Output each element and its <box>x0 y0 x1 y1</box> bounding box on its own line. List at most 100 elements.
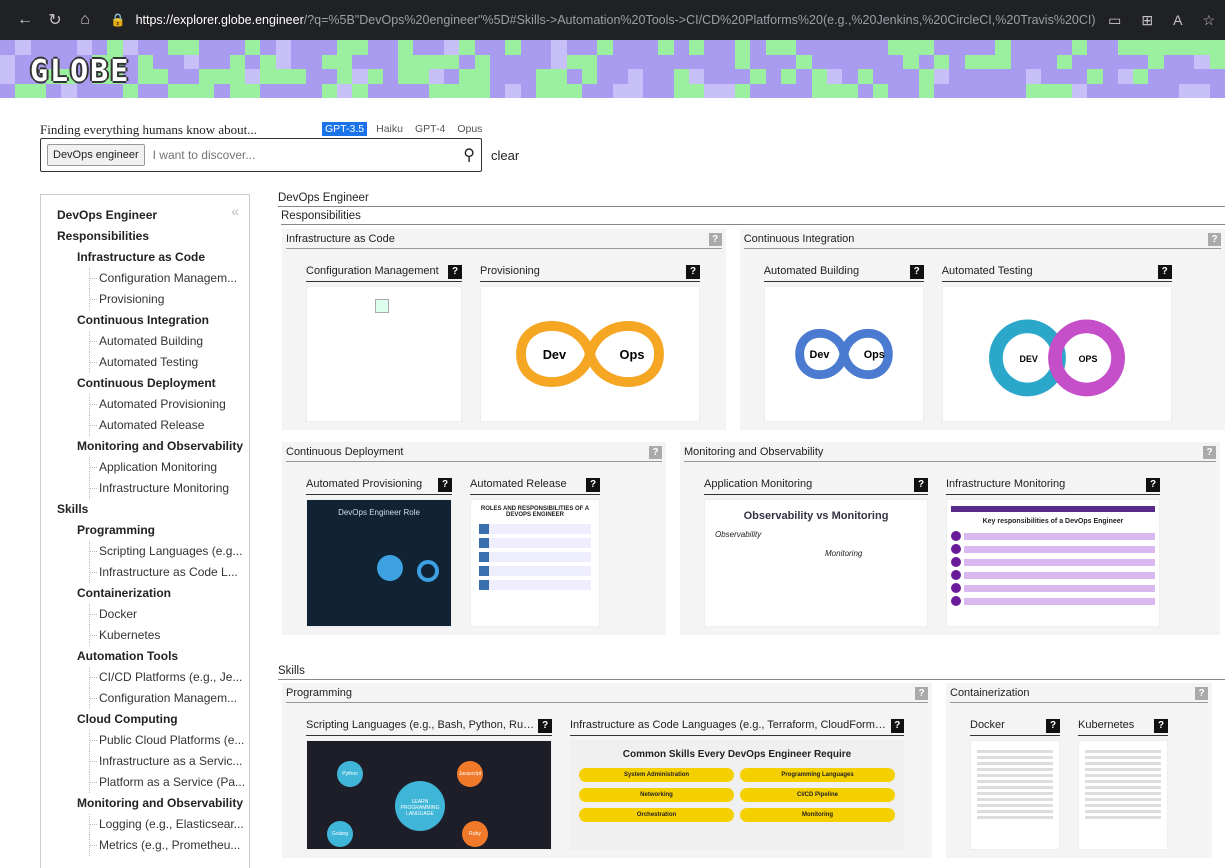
topic-card[interactable]: Automated Provisioning? DevOps Engineer R… <box>306 478 452 627</box>
apps-icon[interactable]: ⊞ <box>1141 12 1153 29</box>
card-image[interactable]: ROLES AND RESPONSIBILITIES OF A DEVOPS E… <box>470 499 600 627</box>
tree-item[interactable]: Configuration Managem... <box>57 688 249 709</box>
tree-item[interactable]: DevOps Engineer <box>57 205 249 226</box>
reload-icon[interactable]: ↻ <box>40 10 70 30</box>
tree-item[interactable]: CI/CD Platforms (e.g., Je... <box>57 667 249 688</box>
tree-item[interactable]: Scripting Languages (e.g... <box>57 541 249 562</box>
topic-card[interactable]: Configuration Management? <box>306 265 462 422</box>
card-image[interactable] <box>306 286 462 422</box>
tree-item[interactable]: Automated Testing <box>57 352 249 373</box>
tree-item[interactable]: Configuration Managem... <box>57 268 249 289</box>
panel-header: Continuous Deployment? <box>286 446 662 462</box>
topic-card[interactable]: Docker? <box>970 719 1060 850</box>
topic-card[interactable]: Application Monitoring? Observability vs … <box>704 478 928 627</box>
banner-cell <box>765 54 781 69</box>
tree-item[interactable]: Continuous Deployment <box>57 373 249 394</box>
topic-card[interactable]: Automated Building? Dev Ops <box>763 265 924 422</box>
help-icon[interactable]: ? <box>890 719 904 733</box>
tree-item[interactable]: Programming <box>57 520 249 541</box>
help-icon[interactable]: ? <box>708 233 722 246</box>
card-image[interactable]: Common Skills Every DevOps Engineer Requ… <box>570 740 904 850</box>
search-icon[interactable]: ⚲ <box>463 145 475 165</box>
help-icon[interactable]: ? <box>686 265 700 279</box>
tree-item[interactable]: Provisioning <box>57 289 249 310</box>
tree-item[interactable]: Automated Provisioning <box>57 394 249 415</box>
tree-item[interactable]: Infrastructure Monitoring <box>57 478 249 499</box>
tree-item[interactable]: Infrastructure as a Servic... <box>57 751 249 772</box>
tree-item[interactable]: Monitoring and Observability <box>57 436 249 457</box>
card-image[interactable] <box>1078 740 1168 850</box>
tree-item[interactable]: Infrastructure as Code <box>57 247 249 268</box>
tree-item[interactable]: Kubernetes <box>57 625 249 646</box>
topic-card[interactable]: Automated Release? ROLES AND RESPONSIBILI… <box>470 478 600 627</box>
address-bar[interactable]: 🔒 https://explorer.globe.engineer /?q=%5… <box>110 13 1096 28</box>
card-image[interactable]: DEV OPS <box>941 286 1172 422</box>
tree-item[interactable]: Automation Tools <box>57 646 249 667</box>
model-gpt4[interactable]: GPT-4 <box>412 122 448 136</box>
logo[interactable]: GLOBE <box>30 54 130 89</box>
card-header: Provisioning? <box>480 265 700 282</box>
card-image[interactable]: Dev Ops <box>480 286 700 422</box>
model-haiku[interactable]: Haiku <box>373 122 406 136</box>
card-image[interactable]: DevOps Engineer Role <box>306 499 452 627</box>
collapse-sidebar-icon[interactable]: « <box>231 203 239 219</box>
search-box: DevOps engineer ⚲ <box>40 138 482 172</box>
query-chip[interactable]: DevOps engineer <box>47 144 145 166</box>
banner-cell <box>1102 54 1118 69</box>
back-icon[interactable]: ← <box>10 11 40 29</box>
topic-card[interactable]: Kubernetes? <box>1078 719 1168 850</box>
model-gpt35[interactable]: GPT-3.5 <box>322 122 368 136</box>
tree-item[interactable]: Containerization <box>57 583 249 604</box>
help-icon[interactable]: ? <box>1195 687 1208 700</box>
help-icon[interactable]: ? <box>1203 446 1216 459</box>
read-aloud-icon[interactable]: A <box>1173 12 1182 29</box>
help-icon[interactable]: ? <box>1154 719 1168 733</box>
card-image[interactable]: Observability vs Monitoring Observability… <box>704 499 928 627</box>
favorite-icon[interactable]: ☆ <box>1202 12 1215 29</box>
tree-item[interactable]: Infrastructure as Code L... <box>57 562 249 583</box>
tree-item[interactable]: Metrics (e.g., Prometheu... <box>57 835 249 856</box>
tree-item[interactable]: Logging (e.g., Elasticsear... <box>57 814 249 835</box>
help-icon[interactable]: ? <box>586 478 600 492</box>
help-icon[interactable]: ? <box>1146 478 1160 492</box>
tree-item[interactable]: Cloud Computing <box>57 709 249 730</box>
help-icon[interactable]: ? <box>538 719 552 733</box>
tree-item[interactable]: Responsibilities <box>57 226 249 247</box>
section-panel: Monitoring and Observability? Application… <box>680 442 1220 635</box>
help-icon[interactable]: ? <box>1208 233 1221 246</box>
topic-card[interactable]: Infrastructure Monitoring? Key responsibi… <box>946 478 1160 627</box>
home-icon[interactable]: ⌂ <box>70 11 100 29</box>
banner-cell <box>1179 40 1195 55</box>
tree-item[interactable]: Continuous Integration <box>57 310 249 331</box>
help-icon[interactable]: ? <box>909 265 924 279</box>
help-icon[interactable]: ? <box>448 265 462 279</box>
banner-cell <box>183 40 200 55</box>
tree-item[interactable]: Platform as a Service (Pa... <box>57 772 249 793</box>
tree-item[interactable]: Monitoring and Observability <box>57 793 249 814</box>
topic-card[interactable]: Scripting Languages (e.g., Bash, Python,… <box>306 719 552 850</box>
help-icon[interactable]: ? <box>649 446 662 459</box>
card-image[interactable]: LEARN PROGRAMMING LANGUAGE Python Javascri… <box>306 740 552 850</box>
topic-card[interactable]: Automated Testing? DEV OPS <box>941 265 1172 422</box>
topic-card[interactable]: Provisioning? Dev Ops <box>480 265 700 422</box>
search-input[interactable] <box>152 148 464 162</box>
tree-item[interactable]: Automated Building <box>57 331 249 352</box>
tree-item[interactable]: Docker <box>57 604 249 625</box>
clear-button[interactable]: clear <box>491 148 519 163</box>
reader-icon[interactable]: ▭ <box>1108 12 1121 29</box>
card-image[interactable]: Dev Ops <box>763 286 924 422</box>
help-icon[interactable]: ? <box>438 478 452 492</box>
tree-item[interactable]: Skills <box>57 499 249 520</box>
topic-card[interactable]: Infrastructure as Code Languages (e.g., … <box>570 719 904 850</box>
help-icon[interactable]: ? <box>1157 265 1172 279</box>
model-opus[interactable]: Opus <box>454 122 485 136</box>
tree-item[interactable]: Public Cloud Platforms (e... <box>57 730 249 751</box>
card-image[interactable] <box>970 740 1060 850</box>
help-icon[interactable]: ? <box>914 478 928 492</box>
help-icon[interactable]: ? <box>915 687 928 700</box>
tree-item[interactable]: Automated Release <box>57 415 249 436</box>
tree-item[interactable]: Application Monitoring <box>57 457 249 478</box>
banner-pattern <box>0 40 1225 98</box>
help-icon[interactable]: ? <box>1046 719 1060 733</box>
card-image[interactable]: Key responsibilities of a DevOps Enginee… <box>946 499 1160 627</box>
